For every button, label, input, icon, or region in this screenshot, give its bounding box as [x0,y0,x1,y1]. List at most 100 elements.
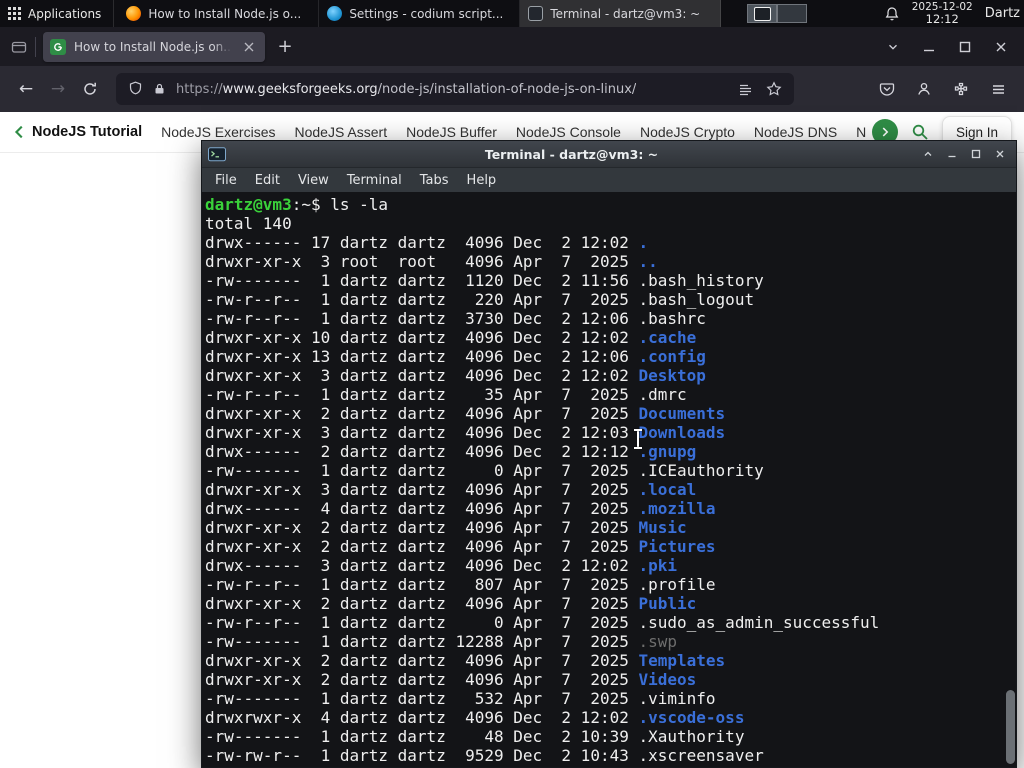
task-title: Settings - codium script... [349,6,504,21]
terminal-output: total 140 drwx------ 17 dartz dartz 4096 … [205,214,1002,765]
file-name: .pki [638,556,678,575]
new-tab-button[interactable]: + [271,33,299,61]
terminal-scrollbar[interactable] [1004,192,1016,767]
terminal-line: -rw------- 1 dartz dartz 0 Apr 7 2025 .I… [205,461,764,480]
terminal-prompt-line: dartz@vm3:~$ ls -la [205,195,1002,214]
codium-icon [327,6,343,21]
tab-title: How to Install Node.js on... [74,39,232,54]
clock[interactable]: 2025-12-02 12:12 [912,1,973,26]
extensions-icon[interactable] [945,73,977,105]
reader-view-icon[interactable] [738,82,753,97]
terminal-menu-tabs[interactable]: Tabs [411,173,458,188]
applications-menu[interactable]: Applications [0,0,115,27]
terminal-line: -rw-r--r-- 1 dartz dartz 3730 Dec 2 12:0… [205,309,706,328]
workspace-window-thumb [753,7,771,21]
terminal-line: drwxr-xr-x 3 root root 4096 Apr 7 2025 .… [205,252,658,271]
gfg-nav-link[interactable]: NodeJS Tutorial [32,124,142,140]
terminal-menu-view[interactable]: View [289,173,338,188]
gfg-nav-link[interactable]: NodeJS Exercises [161,124,275,140]
reload-icon[interactable] [74,73,106,105]
prompt-symbol: :~$ [291,195,321,214]
file-name: Pictures [638,537,716,556]
gfg-scroll-left-icon[interactable] [12,124,28,140]
terminal-menu-terminal[interactable]: Terminal [338,173,411,188]
workspace-1[interactable] [747,4,778,23]
workspace-switcher [747,4,808,23]
gfg-nav-link[interactable]: NodeJS Buffer [406,124,497,140]
account-icon[interactable] [908,73,940,105]
terminal-menu-file[interactable]: File [206,173,246,188]
terminal-line: drwxrwxr-x 4 dartz dartz 4096 Dec 2 12:0… [205,708,745,727]
terminal-line: drwxr-xr-x 2 dartz dartz 4096 Apr 7 2025… [205,518,687,537]
list-tabs-icon[interactable] [878,34,908,60]
url-bar[interactable]: https://www.geeksforgeeks.org/node-js/in… [116,73,794,105]
shade-icon[interactable] [917,144,938,164]
file-name: .dmrc [638,385,687,404]
tab-divider [35,36,36,57]
gfg-nav-link[interactable]: NodeJS DNS [754,124,837,140]
terminal-line: -rw------- 1 dartz dartz 48 Dec 2 10:39 … [205,727,745,746]
terminal-line: drwx------ 17 dartz dartz 4096 Dec 2 12:… [205,233,649,252]
window-buttons: How to Install Node.js o... Settings - co… [118,0,722,27]
maximize-button[interactable] [950,34,980,60]
file-name: .ICEauthority [638,461,764,480]
terminal-titlebar[interactable]: Terminal - dartz@vm3: ~ [202,141,1016,167]
task-button[interactable]: Settings - codium script... [319,0,521,27]
tab-close-icon[interactable] [240,38,258,56]
scrollbar-thumb[interactable] [1006,690,1015,764]
terminal-maximize-icon[interactable] [965,144,986,164]
gfg-nav-link[interactable]: NodeJS Crypto [640,124,735,140]
file-name: .bashrc [638,309,706,328]
task-title: How to Install Node.js o... [148,6,302,21]
terminal-line: drwx------ 2 dartz dartz 4096 Dec 2 12:1… [205,442,697,461]
terminal-line: drwxr-xr-x 3 dartz dartz 4096 Dec 2 12:0… [205,423,726,442]
terminal-line: -rw------- 1 dartz dartz 532 Apr 7 2025 … [205,689,716,708]
file-name: Templates [638,651,726,670]
file-name: .vscode-oss [638,708,745,727]
file-name: .gnupg [638,442,697,461]
close-button[interactable] [986,34,1016,60]
terminal-line: drwxr-xr-x 2 dartz dartz 4096 Apr 7 2025… [205,537,716,556]
terminal-line: drwxr-xr-x 2 dartz dartz 4096 Apr 7 2025… [205,404,726,423]
terminal-menubar: File Edit View Terminal Tabs Help [202,167,1016,192]
terminal-menu-help[interactable]: Help [458,173,506,188]
terminal-body[interactable]: dartz@vm3:~$ ls -la total 140 drwx------ … [202,192,1016,767]
menu-hamburger-icon[interactable] [982,73,1014,105]
terminal-task-icon [528,6,544,21]
terminal-menu-edit[interactable]: Edit [246,173,289,188]
firefox-icon [126,6,142,21]
terminal-line: drwxr-xr-x 2 dartz dartz 4096 Apr 7 2025… [205,594,697,613]
bookmark-star-icon[interactable] [766,81,782,97]
user-menu[interactable]: Dartz [985,6,1020,21]
terminal-line: -rw-r--r-- 1 dartz dartz 35 Apr 7 2025 .… [205,385,687,404]
tracking-shield-icon[interactable] [128,81,143,97]
gfg-nav-link[interactable]: Node [856,124,866,140]
back-icon[interactable]: ← [10,73,42,105]
forward-icon[interactable]: → [42,73,74,105]
file-name: .xscreensaver [638,746,764,765]
firefox-view-icon[interactable] [6,34,32,60]
gfg-search-icon[interactable] [911,123,929,141]
task-button[interactable]: Terminal - dartz@vm3: ~ [520,0,722,27]
url-text: https://www.geeksforgeeks.org/node-js/in… [176,81,637,97]
file-name: .local [638,480,697,499]
file-name: .. [638,252,658,271]
browser-tab[interactable]: How to Install Node.js on... [43,31,265,62]
workspace-2[interactable] [777,4,808,23]
terminal-line: -rw-r--r-- 1 dartz dartz 0 Apr 7 2025 .s… [205,613,880,632]
applications-label: Applications [28,6,102,21]
gfg-nav-link[interactable]: NodeJS Console [516,124,621,140]
gfg-favicon [50,38,66,55]
task-button[interactable]: How to Install Node.js o... [118,0,320,27]
file-name: Desktop [638,366,706,385]
lock-icon[interactable] [153,82,166,96]
top-panel: Applications How to Install Node.js o...… [0,0,1024,27]
minimize-button[interactable] [914,34,944,60]
pocket-icon[interactable] [871,73,903,105]
file-name: Music [638,518,687,537]
gfg-nav-link[interactable]: NodeJS Assert [295,124,388,140]
terminal-close-icon[interactable] [989,144,1010,164]
notification-bell-icon[interactable] [884,6,900,22]
terminal-minimize-icon[interactable] [941,144,962,164]
file-name: .cache [638,328,697,347]
